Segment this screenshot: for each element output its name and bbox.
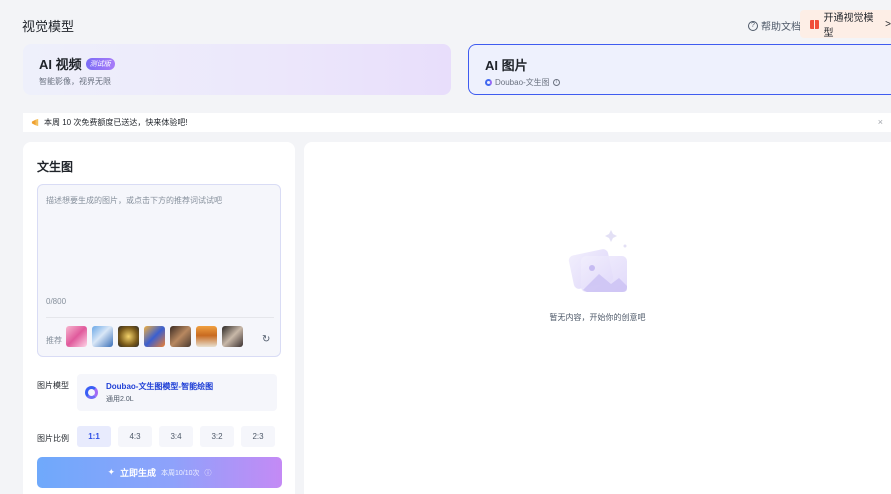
help-docs-link[interactable]: ? 帮助文档 [748,18,801,33]
notice-text: 本周 10 次免费额度已送达，快来体验吧! [44,118,188,127]
beta-badge: 测试版 [85,57,115,70]
upgrade-label: 开通视觉模型 [823,13,874,39]
ratio-options: 1:1 4:3 3:4 3:2 2:3 [77,426,275,447]
char-counter: 0/800 [46,297,67,306]
sparkle-icon: ✦ [107,467,115,477]
generation-form-panel: 文生图 0/800 推荐 ↻ 图片模型 Doubao-文生图模型-智能绘图 通用… [23,142,295,494]
model-label: 图片模型 [37,381,69,390]
recommend-thumb[interactable] [144,326,165,347]
recommend-thumb[interactable] [222,326,243,347]
empty-image-icon [568,230,627,292]
refresh-icon[interactable]: ↻ [262,334,270,345]
gift-icon [810,19,819,29]
generate-quota: 本周10/10次 [161,469,200,477]
model-selector[interactable]: Doubao-文生图模型-智能绘图 通用2.0L [77,374,277,411]
recommend-thumbnails [66,326,243,347]
generate-button[interactable]: ✦ 立即生成 本周10/10次 ⓘ [37,457,282,488]
recommend-label: 推荐 [46,336,62,345]
recommend-thumb[interactable] [92,326,113,347]
generate-label: 立即生成 [120,468,157,478]
ratio-label: 图片比例 [37,434,69,443]
section-title: 文生图 [37,160,74,174]
result-panel: 暂无内容，开始你的创意吧 [304,142,891,494]
close-icon[interactable]: × [878,117,883,127]
ratio-option-4-3[interactable]: 4:3 [118,426,152,447]
ratio-option-1-1[interactable]: 1:1 [77,426,111,447]
recommend-thumb[interactable] [118,326,139,347]
mode-title: AI 图片 [485,58,528,73]
model-version: 通用2.0L [106,396,134,403]
mode-card-ai-video[interactable]: AI 视频 测试版 智能影像，视界无限 [23,44,451,95]
chevron-right-icon: > [885,18,891,30]
mode-card-ai-image[interactable]: AI 图片 Doubao-文生图 i [468,44,891,95]
ratio-option-3-4[interactable]: 3:4 [159,426,193,447]
model-name: Doubao-文生图模型-智能绘图 [106,382,214,391]
empty-state-text: 暂无内容，开始你的创意吧 [549,313,646,322]
info-icon[interactable]: i [552,79,560,86]
doubao-logo-icon [85,386,98,399]
doubao-logo-icon [485,79,492,86]
question-icon: ? [748,20,758,31]
divider [46,317,274,318]
help-docs-label: 帮助文档 [761,22,801,33]
notice-bar: 本周 10 次免费额度已送达，快来体验吧! × [23,113,891,132]
prompt-input[interactable] [46,195,274,295]
upgrade-button[interactable]: 开通视觉模型 > [800,10,891,39]
mode-subtitle: 智能影像，视界无限 [39,77,111,86]
prompt-box: 0/800 推荐 ↻ [37,184,281,357]
recommend-thumb[interactable] [170,326,191,347]
info-icon: ⓘ [204,469,212,477]
ratio-option-2-3[interactable]: 2:3 [241,426,275,447]
mode-subtitle: Doubao-文生图 [495,78,550,87]
recommend-thumb[interactable] [66,326,87,347]
page-title: 视觉模型 [22,19,75,34]
ratio-option-3-2[interactable]: 3:2 [200,426,234,447]
recommend-thumb[interactable] [196,326,217,347]
top-bar: 视觉模型 ? 帮助文档 开通视觉模型 > [0,0,891,44]
mode-title: AI 视频 [39,57,82,72]
megaphone-icon [31,118,39,127]
